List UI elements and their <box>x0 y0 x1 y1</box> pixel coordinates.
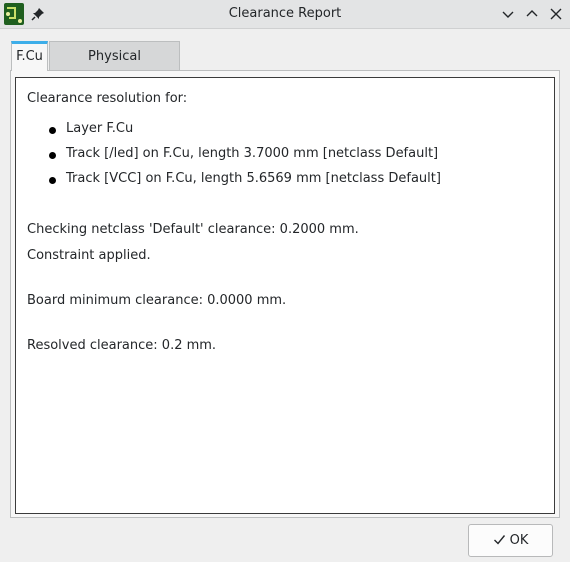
ok-label: OK <box>509 533 529 548</box>
close-icon[interactable] <box>548 6 564 22</box>
minimize-icon[interactable] <box>500 6 516 22</box>
list-item-text: Layer F.Cu <box>66 121 134 136</box>
board-min-text: Board minimum clearance: 0.0000 mm. <box>27 293 287 308</box>
tab-physical-clearances[interactable]: Physical Clearances <box>49 41 180 94</box>
report-heading: Clearance resolution for: <box>27 91 188 106</box>
report-view[interactable]: Clearance resolution for: Layer F.Cu Tra… <box>15 77 555 514</box>
checkmark-icon <box>493 535 505 545</box>
constraint-text: Constraint applied. <box>27 248 151 263</box>
tab-f-cu[interactable]: F.Cu <box>11 41 48 71</box>
tab-panel: Clearance resolution for: Layer F.Cu Tra… <box>10 70 560 518</box>
clearance-report-window: Clearance Report F.Cu Physical Clearance… <box>0 0 570 562</box>
bullet-icon <box>49 127 56 134</box>
list-item-text: Track [VCC] on F.Cu, length 5.6569 mm [n… <box>66 171 441 186</box>
maximize-icon[interactable] <box>524 6 540 22</box>
ok-button[interactable]: OK <box>468 524 553 557</box>
list-item-text: Track [/led] on F.Cu, length 3.7000 mm [… <box>66 146 439 161</box>
checking-text: Checking netclass 'Default' clearance: 0… <box>27 222 359 237</box>
bullet-icon <box>49 177 56 184</box>
window-title: Clearance Report <box>228 6 342 21</box>
resolved-text: Resolved clearance: 0.2 mm. <box>27 338 217 353</box>
title-bar[interactable]: Clearance Report <box>0 0 570 29</box>
bullet-icon <box>49 152 56 159</box>
